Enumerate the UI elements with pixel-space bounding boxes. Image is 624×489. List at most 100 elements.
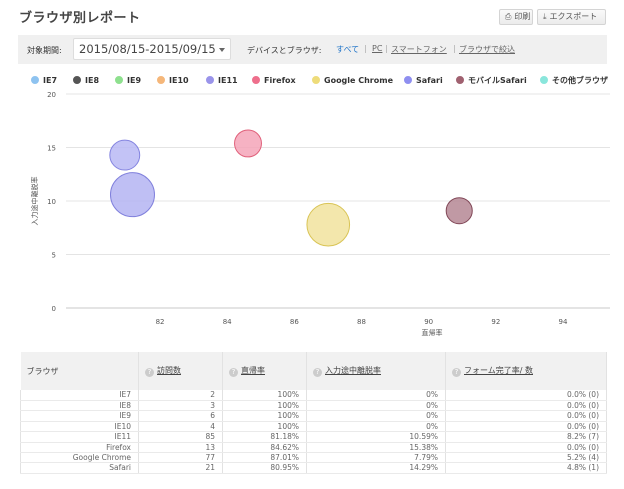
table-cell: 100% <box>222 400 307 412</box>
legend-item-ie7[interactable]: IE7 <box>31 76 57 86</box>
table-cell: IE7 <box>20 390 139 401</box>
legend-item-google-chrome[interactable]: Google Chrome <box>312 76 393 86</box>
table-cell: IE11 <box>20 431 139 443</box>
table-row: IE9 6 100% 0% 0.0% (0) <box>20 410 607 422</box>
legend-item-ie10[interactable]: IE10 <box>157 76 189 86</box>
table-row: IE11 85 81.18% 10.59% 8.2% (7) <box>20 431 607 443</box>
download-icon: ⤓ <box>543 12 547 21</box>
browser-filter-link[interactable]: ブラウザで絞込 <box>459 44 515 55</box>
table-cell: 0% <box>306 390 446 401</box>
legend-label: Google Chrome <box>324 76 394 85</box>
legend-dot <box>456 76 464 84</box>
report-header: ブラウザ別レポート ⎙ 印刷 ⤓ エクスポート <box>0 0 624 32</box>
legend-item-ie11[interactable]: IE11 <box>206 76 238 86</box>
column-header-bounce-rate[interactable]: ? 直帰率 <box>222 352 307 390</box>
column-header-label[interactable]: 訪問数 <box>157 366 181 375</box>
table-row: Safari 21 80.95% 14.29% 4.8% (1) <box>20 462 607 474</box>
table-cell: 13 <box>138 442 223 453</box>
chevron-down-icon <box>219 48 225 52</box>
device-filter-all[interactable]: すべて <box>336 44 359 55</box>
table-cell: 0% <box>306 421 446 433</box>
table-cell: 81.18% <box>222 431 307 443</box>
period-select[interactable]: 2015/08/15-2015/09/15 <box>73 38 231 60</box>
filter-bar: 対象期間: 2015/08/15-2015/09/15 デバイスとブラウザ: す… <box>18 35 607 64</box>
device-filter-pc[interactable]: PC <box>372 44 382 53</box>
export-button[interactable]: ⤓ エクスポート <box>537 9 606 25</box>
y-tick-label: 5 <box>52 252 56 260</box>
table-cell: 7.79% <box>306 452 446 464</box>
table-body: IE7 2 100% 0% 0.0% (0) IE8 3 100% 0% 0.0% (0) IE9 6… <box>20 390 607 474</box>
x-axis-label: 直帰率 <box>422 328 443 337</box>
table-cell: 14.29% <box>306 462 446 474</box>
table-header-row: ブラウザ ? 訪問数 ? 直帰率 ? 入力途中離脱率 ? フォーム完了率/ 数 <box>20 352 607 390</box>
table-cell: 15.38% <box>306 442 446 453</box>
help-icon[interactable]: ? <box>145 368 154 377</box>
table-cell: 6 <box>138 410 223 422</box>
help-icon[interactable]: ? <box>229 368 238 377</box>
page-title: ブラウザ別レポート <box>19 11 141 26</box>
y-tick-label: 10 <box>47 198 56 206</box>
legend-item-other-browsers[interactable]: その他ブラウザ <box>540 76 608 86</box>
x-tick-label: 90 <box>424 318 433 326</box>
table-cell: 0.0% (0) <box>445 400 607 412</box>
bubble-point <box>109 139 141 171</box>
table-cell: IE10 <box>20 421 139 433</box>
y-tick-label: 0 <box>52 305 56 313</box>
legend-label: Firefox <box>264 76 296 85</box>
legend-label: Safari <box>416 76 443 85</box>
printer-icon: ⎙ <box>505 12 512 21</box>
table-row: Firefox 13 84.62% 15.38% 0.0% (0) <box>20 442 607 453</box>
column-header-label[interactable]: 入力途中離脱率 <box>325 366 381 375</box>
table-cell: 3 <box>138 400 223 412</box>
bubble-point <box>445 197 473 225</box>
browser-report-table: ブラウザ ? 訪問数 ? 直帰率 ? 入力途中離脱率 ? フォーム完了率/ 数 IE7 2… <box>20 352 607 474</box>
table-cell: 4 <box>138 421 223 433</box>
legend-label: IE10 <box>169 76 189 85</box>
table-cell: 2 <box>138 390 223 401</box>
period-value: 2015/08/15-2015/09/15 <box>79 42 216 56</box>
legend-item-firefox[interactable]: Firefox <box>252 76 296 86</box>
column-header-visits[interactable]: ? 訪問数 <box>138 352 223 390</box>
column-header-completion[interactable]: ? フォーム完了率/ 数 <box>445 352 607 390</box>
legend-dot <box>404 76 412 84</box>
x-tick-label: 84 <box>223 318 232 326</box>
table-cell: 10.59% <box>306 431 446 443</box>
y-axis-label: 入力途中離脱率 <box>30 177 39 226</box>
separator: | <box>453 44 456 53</box>
print-button[interactable]: ⎙ 印刷 <box>499 9 533 25</box>
table-row: IE7 2 100% 0% 0.0% (0) <box>20 390 607 401</box>
column-header-abandon-rate[interactable]: ? 入力途中離脱率 <box>306 352 446 390</box>
device-label: デバイスとブラウザ: <box>247 46 322 55</box>
legend-label: IE7 <box>43 76 58 85</box>
report-table-container: ブラウザ ? 訪問数 ? 直帰率 ? 入力途中離脱率 ? フォーム完了率/ 数 IE7 2… <box>20 352 607 474</box>
table-cell: IE9 <box>20 410 139 422</box>
device-filter-smartphone[interactable]: スマートフォン <box>391 44 447 55</box>
table-cell: 0.0% (0) <box>445 390 607 401</box>
bubble-chart: 0 5 10 15 20 82 84 86 88 90 92 94 直帰率 入力途中離脱率 <box>30 91 610 337</box>
legend-label: IE11 <box>218 76 238 85</box>
column-header-label[interactable]: 直帰率 <box>241 366 265 375</box>
table-cell: 21 <box>138 462 223 474</box>
export-label: エクスポート <box>549 12 598 21</box>
separator: | <box>364 44 367 53</box>
x-tick-label: 82 <box>156 318 165 326</box>
table-cell: 100% <box>222 410 307 422</box>
help-icon[interactable]: ? <box>452 368 461 377</box>
legend-dot <box>157 76 165 84</box>
print-label: 印刷 <box>514 12 531 21</box>
column-header-label[interactable]: フォーム完了率/ 数 <box>464 366 533 375</box>
bubble-point <box>109 172 155 218</box>
legend-item-safari[interactable]: Safari <box>404 76 443 86</box>
help-icon[interactable]: ? <box>313 368 322 377</box>
legend-item-ie8[interactable]: IE8 <box>73 76 99 86</box>
legend-item-ie9[interactable]: IE9 <box>115 76 141 86</box>
table-cell: Safari <box>20 462 139 474</box>
bubble-point <box>234 129 262 158</box>
legend-item-mobile-safari[interactable]: モバイルSafari <box>456 76 527 86</box>
table-cell: 80.95% <box>222 462 307 474</box>
legend-label: IE9 <box>127 76 142 85</box>
table-cell: 100% <box>222 421 307 433</box>
x-tick-label: 86 <box>290 318 299 326</box>
legend-dot <box>252 76 260 84</box>
table-cell: 8.2% (7) <box>445 431 607 443</box>
